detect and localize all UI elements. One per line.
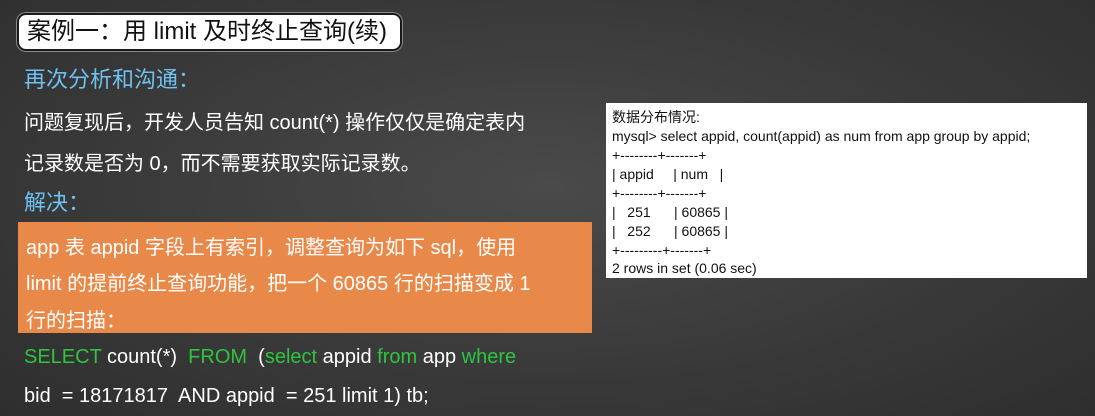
solution-line-1: app 表 appid 字段上有索引，调整查询为如下 sql，使用	[26, 237, 517, 259]
mysql-command: mysql> select appid, count(appid) as num…	[612, 128, 1031, 144]
mysql-row-2: | 252 | 60865 |	[612, 223, 728, 239]
analysis-line-2: 记录数是否为 0，而不需要获取实际记录数。	[24, 153, 421, 175]
sql-line-1: SELECT count(*) FROM (select appid from …	[24, 346, 516, 369]
sql-keyword-from: FROM	[188, 346, 248, 368]
solution-line-2: limit 的提前终止查询功能，把一个 60865 行的扫描变成 1	[26, 273, 531, 295]
sql-keyword-from-inner: from	[377, 346, 418, 368]
mysql-border-mid: +--------+-------+	[612, 185, 707, 201]
sql-keyword-select: SELECT	[24, 346, 102, 368]
mysql-row-1: | 251 | 60865 |	[612, 204, 728, 220]
analysis-line-1: 问题复现后，开发人员告知 count(*) 操作仅仅是确定表内	[24, 112, 526, 134]
sql-text-count: count(*)	[101, 346, 189, 368]
mysql-border-bottom: +---------+-------+	[612, 242, 712, 258]
sql-line-2: bid = 18171817 AND appid = 251 limit 1) …	[24, 385, 429, 407]
sql-text-app: app	[417, 346, 462, 368]
sql-text-appid: appid	[317, 346, 378, 368]
sql-keyword-select-inner: select	[264, 346, 318, 368]
mysql-caption: 数据分布情况:	[612, 109, 700, 125]
mysql-output-panel: 数据分布情况: mysql> select appid, count(appid…	[606, 103, 1087, 278]
sql-keyword-where: where	[461, 346, 517, 368]
slide-title: 案例一：用 limit 及时终止查询(续)	[17, 13, 402, 51]
mysql-footer: 2 rows in set (0.06 sec)	[612, 260, 757, 276]
solution-line-3: 行的扫描：	[26, 310, 126, 332]
sql-text-paren: (	[247, 346, 265, 368]
solution-highlight-box: app 表 appid 字段上有索引，调整查询为如下 sql，使用 limit …	[18, 222, 592, 333]
section-heading-solution: 解决：	[24, 190, 91, 215]
mysql-border-top: +--------+-------+	[612, 147, 707, 163]
mysql-header-row: | appid | num |	[612, 166, 724, 182]
section-heading-analysis: 再次分析和沟通：	[24, 67, 201, 92]
